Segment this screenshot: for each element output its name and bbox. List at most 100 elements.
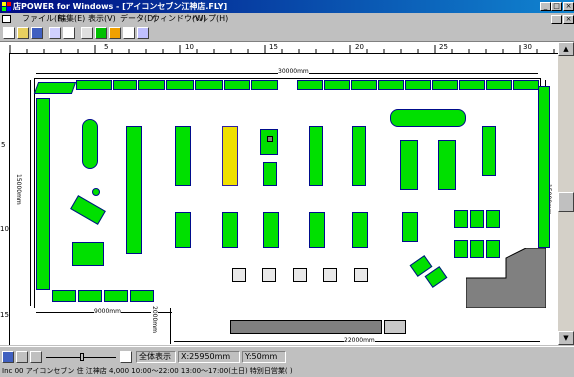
fixture[interactable]	[36, 98, 50, 290]
doc-restore-button[interactable]	[551, 15, 562, 24]
new-file-icon[interactable]	[3, 27, 15, 39]
fixture[interactable]	[352, 212, 368, 248]
fixture[interactable]	[251, 80, 278, 90]
fixture[interactable]	[486, 210, 500, 228]
fixture[interactable]	[402, 212, 418, 242]
pan-icon[interactable]	[30, 351, 42, 363]
fixture-gray[interactable]	[267, 136, 273, 142]
fixture[interactable]	[72, 242, 104, 266]
document-icon[interactable]	[2, 15, 11, 23]
fixture[interactable]	[454, 210, 468, 228]
ruler-label: 15	[0, 311, 9, 319]
fixture[interactable]	[52, 290, 76, 302]
fixture[interactable]	[138, 80, 165, 90]
fixture[interactable]	[130, 290, 154, 302]
ruler-label: 15	[269, 43, 278, 51]
doc-close-button[interactable]: ×	[563, 15, 574, 24]
fixture[interactable]	[33, 82, 77, 94]
fixture[interactable]	[175, 126, 191, 186]
open-folder-icon[interactable]	[17, 27, 29, 39]
floor-plan-canvas[interactable]: 30000mm 15000mm 15000mm	[10, 54, 558, 345]
report-icon[interactable]	[137, 27, 149, 39]
fixture[interactable]	[104, 290, 128, 302]
fit-icon[interactable]	[120, 351, 132, 363]
dimension-height: 15000mm	[15, 174, 22, 205]
scroll-down-arrow-icon[interactable]: ▼	[558, 331, 574, 345]
fixture[interactable]	[76, 80, 112, 90]
ruler-label: 10	[185, 43, 194, 51]
fixture[interactable]	[438, 140, 456, 190]
menu-data[interactable]: データ(D)	[120, 13, 156, 25]
dimension-bottom-width: 22000mm	[344, 337, 375, 344]
fixture[interactable]	[378, 80, 404, 90]
maximize-button[interactable]: □	[551, 2, 562, 11]
zoom-slider[interactable]	[46, 353, 116, 361]
fixture[interactable]	[432, 80, 458, 90]
chart-icon[interactable]	[109, 27, 121, 39]
zoom-in-icon[interactable]	[2, 351, 14, 363]
fixture[interactable]	[309, 126, 323, 186]
fixture[interactable]	[324, 80, 350, 90]
service-counter[interactable]	[384, 320, 406, 334]
fixture[interactable]	[92, 188, 100, 196]
app-icon[interactable]	[2, 2, 11, 11]
checkout-counter[interactable]	[262, 268, 276, 282]
fixture[interactable]	[166, 80, 194, 90]
menu-edit[interactable]: 編集(E)	[58, 13, 85, 25]
fixture[interactable]	[175, 212, 191, 248]
fixture[interactable]	[459, 80, 485, 90]
minimize-button[interactable]: _	[540, 2, 551, 11]
grid-icon[interactable]	[81, 27, 93, 39]
fixture[interactable]	[351, 80, 377, 90]
fixture[interactable]	[263, 162, 277, 186]
checkout-counter[interactable]	[323, 268, 337, 282]
dimension-width: 30000mm	[278, 68, 309, 75]
close-button[interactable]: ×	[563, 2, 574, 11]
zoom-out-icon[interactable]	[16, 351, 28, 363]
save-icon[interactable]	[31, 27, 43, 39]
fixture[interactable]	[224, 80, 250, 90]
fixture[interactable]	[538, 86, 550, 248]
menu-help[interactable]: ヘルプ(H)	[192, 13, 228, 25]
fixture[interactable]	[126, 126, 142, 254]
print-icon[interactable]	[49, 27, 61, 39]
fixture[interactable]	[297, 80, 323, 90]
checkout-counter[interactable]	[354, 268, 368, 282]
fixture-icon[interactable]	[95, 27, 107, 39]
fixture[interactable]	[470, 210, 484, 228]
status-bar: 全体表示 X:25950mm Y:50mm Inc 00 アイコンセブン 住 江…	[0, 346, 574, 377]
fixture[interactable]	[400, 140, 418, 190]
menu-view[interactable]: 表示(V)	[88, 13, 116, 25]
checkout-counter[interactable]	[232, 268, 246, 282]
scroll-up-arrow-icon[interactable]: ▲	[558, 42, 574, 56]
ruler-label: 10	[0, 225, 9, 233]
fixture[interactable]	[352, 126, 366, 186]
fixture[interactable]	[78, 290, 102, 302]
fixture[interactable]	[113, 80, 137, 90]
x-coordinate: X:25950mm	[178, 351, 240, 363]
print-preview-icon[interactable]	[63, 27, 75, 39]
fixture-highlighted[interactable]	[222, 126, 238, 186]
fixture[interactable]	[222, 212, 238, 248]
view-all-button[interactable]: 全体表示	[136, 351, 176, 363]
fixture[interactable]	[482, 126, 496, 176]
edit-icon[interactable]	[123, 27, 135, 39]
fixture[interactable]	[70, 195, 106, 225]
fixture[interactable]	[263, 212, 279, 248]
fixture[interactable]	[390, 109, 466, 127]
dimension-sub-width: 9000mm	[94, 308, 121, 315]
fixture[interactable]	[195, 80, 223, 90]
fixture[interactable]	[309, 212, 325, 248]
fixture[interactable]	[486, 80, 512, 90]
ruler-label: 25	[439, 43, 448, 51]
vertical-scrollbar[interactable]: ▲ ▼	[558, 42, 574, 345]
checkout-counter[interactable]	[293, 268, 307, 282]
fixture[interactable]	[82, 119, 98, 169]
fixture[interactable]	[513, 80, 539, 90]
fixture[interactable]	[405, 80, 431, 90]
vertical-ruler: 5 10 15	[0, 53, 10, 345]
service-counter[interactable]	[230, 320, 382, 334]
fixture[interactable]	[260, 129, 278, 155]
storage-area[interactable]	[466, 248, 546, 308]
scroll-thumb[interactable]	[558, 192, 574, 212]
